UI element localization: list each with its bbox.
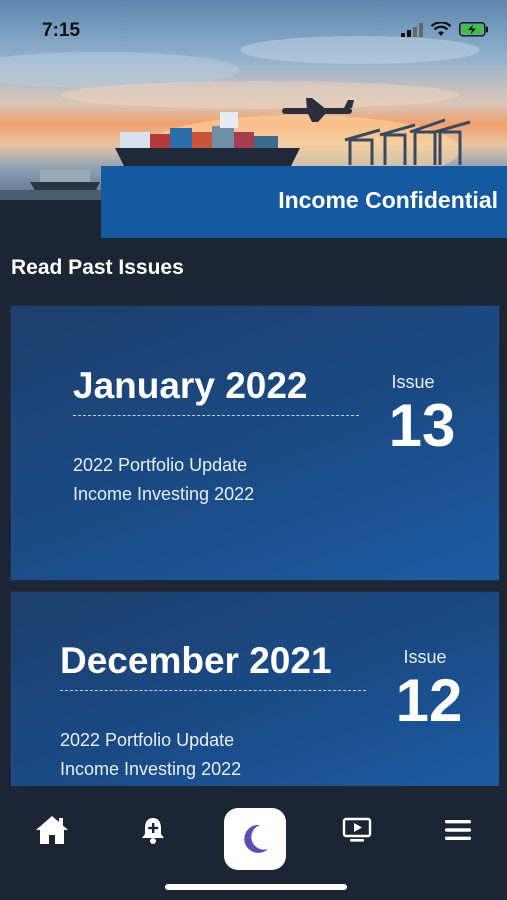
nav-notifications-button[interactable] — [133, 810, 173, 850]
status-time: 7:15 — [42, 20, 81, 41]
video-play-icon — [342, 817, 372, 842]
section-title: Read Past Issues — [11, 256, 184, 279]
moon-icon — [244, 824, 268, 853]
issue-label: Issue — [403, 647, 447, 667]
home-icon — [36, 816, 68, 844]
nav-home-button[interactable] — [32, 810, 72, 850]
article-title: 2022 Portfolio Update — [73, 455, 248, 475]
bottom-nav — [0, 786, 507, 900]
app-title: Income Confidential — [278, 187, 498, 213]
nav-menu-button[interactable] — [438, 810, 478, 850]
app-title-banner: Income Confidential — [101, 166, 507, 238]
cellular-signal-icon — [401, 22, 423, 37]
article-title: Income Investing 2022 — [60, 759, 242, 779]
notification-bell-icon — [142, 818, 164, 844]
home-indicator[interactable] — [165, 884, 347, 890]
issue-month: January 2022 — [73, 365, 308, 406]
status-bar: 7:15 — [0, 0, 507, 60]
issue-number: 13 — [388, 392, 456, 459]
wifi-icon — [431, 22, 451, 36]
status-icons — [401, 22, 489, 37]
nav-video-button[interactable] — [337, 810, 377, 850]
article-title: Income Investing 2022 — [73, 484, 255, 504]
nav-dark-mode-button[interactable] — [224, 808, 286, 870]
issue-number: 12 — [395, 667, 463, 734]
issue-card[interactable]: December 2021 2022 Portfolio Update Inco… — [11, 592, 499, 788]
divider — [60, 690, 366, 691]
article-title: 2022 Portfolio Update — [60, 730, 235, 750]
issue-month: December 2021 — [60, 640, 332, 681]
battery-charging-icon — [459, 22, 488, 37]
hamburger-menu-icon — [445, 820, 471, 840]
issue-label: Issue — [391, 372, 435, 392]
divider — [73, 415, 359, 416]
issue-card[interactable]: January 2022 2022 Portfolio Update Incom… — [11, 306, 499, 580]
